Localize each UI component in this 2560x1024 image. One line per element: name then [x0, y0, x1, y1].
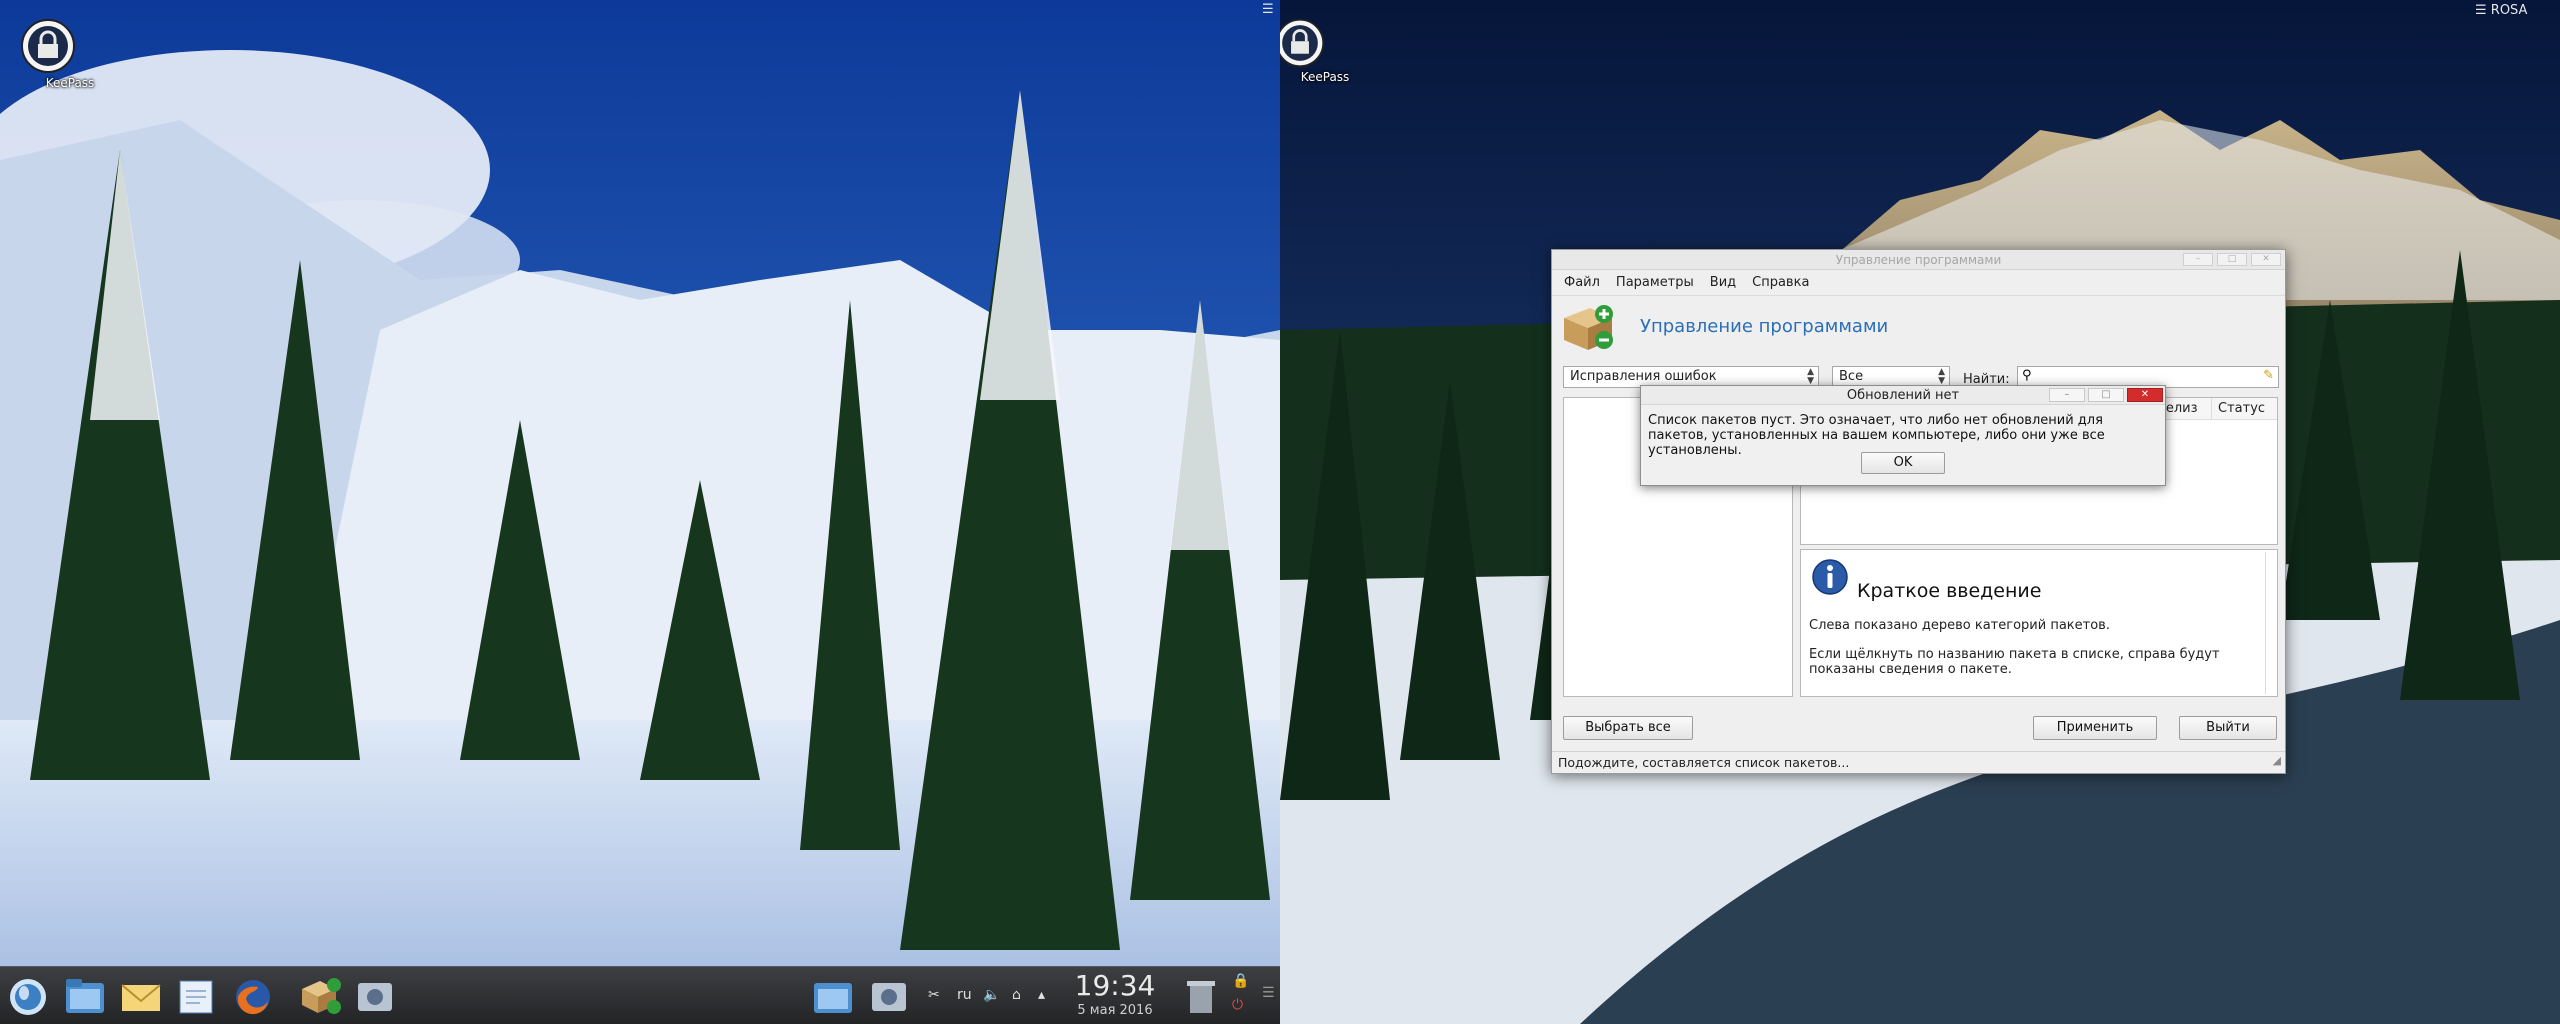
package-manager-icon	[302, 978, 341, 1014]
package-manager-icon	[1560, 302, 1616, 352]
info-heading: Краткое введение	[1857, 580, 2042, 602]
power-icon[interactable]: ⏻	[1232, 997, 1243, 1013]
trash-launcher[interactable]	[1176, 971, 1226, 1021]
file-manager-launcher[interactable]	[60, 971, 110, 1021]
firefox-launcher[interactable]	[228, 971, 278, 1021]
toolbox-icon: ☰	[2475, 3, 2487, 18]
rosa-label: ROSA	[2490, 3, 2528, 18]
clipboard-icon[interactable]: ✂	[928, 987, 940, 1003]
keyboard-layout[interactable]: ru	[957, 987, 972, 1003]
clock-time: 19:34	[1074, 969, 1156, 1002]
no-updates-dialog: Обновлений нет – □ ✕ Список пакетов пуст…	[1640, 385, 2166, 486]
category-filter-value: Исправления ошибок	[1570, 369, 1717, 384]
dialog-title: Обновлений нет	[1846, 388, 1960, 403]
keepass-label: KeePass	[45, 76, 95, 90]
dialog-maximize-button[interactable]: □	[2088, 388, 2124, 402]
quit-button[interactable]: Выйти	[2179, 716, 2277, 740]
info-icon	[1811, 558, 1849, 600]
menu-settings[interactable]: Параметры	[1616, 275, 1694, 290]
taskbar: ✂ ru 🔈 ⌂ ▴ 19:34 5 мая 2016 🔒 ⏻ ☰	[0, 966, 1280, 1024]
menu-file[interactable]: Файл	[1564, 275, 1600, 290]
status-bar: Подождите, составляется список пакетов..…	[1552, 751, 2285, 773]
tray-files-icon[interactable]	[808, 971, 858, 1021]
menubar: Файл Параметры Вид Справка	[1552, 270, 2285, 296]
clock[interactable]: 19:34 5 мая 2016	[1060, 969, 1170, 1018]
status-text: Подождите, составляется список пакетов..…	[1558, 755, 1850, 770]
lock-screen-icon[interactable]: 🔒	[1232, 973, 1249, 989]
ok-button[interactable]: OK	[1861, 452, 1945, 474]
updater-icon	[358, 983, 392, 1011]
minimize-button[interactable]: –	[2183, 253, 2213, 266]
info-scrollbar[interactable]	[2265, 552, 2275, 694]
text-editor-icon	[179, 980, 213, 1014]
dialog-close-button[interactable]: ✕	[2127, 388, 2163, 402]
panel-toolbox-icon[interactable]: ☰	[1262, 985, 1275, 1001]
spin-arrows-icon: ▲ ▼	[1807, 367, 1814, 386]
dialog-titlebar[interactable]: Обновлений нет – □ ✕	[1641, 386, 2165, 405]
text-editor-launcher[interactable]	[172, 971, 222, 1021]
volume-icon[interactable]: 🔈	[983, 987, 1000, 1003]
mail-launcher[interactable]	[116, 971, 166, 1021]
folder-icon	[814, 983, 852, 1013]
tray-expand-icon[interactable]: ▴	[1038, 987, 1045, 1003]
resize-grip-icon[interactable]: ◢	[2273, 754, 2281, 767]
app-header: Управление программами	[1552, 296, 2285, 354]
updater-icon	[872, 983, 906, 1011]
keepass-icon	[1280, 18, 1350, 68]
mail-icon	[121, 984, 161, 1011]
left-desktop: KeePass ☰	[0, 0, 1280, 1024]
spin-arrows-icon: ▲ ▼	[1938, 367, 1945, 386]
network-icon[interactable]: ⌂	[1012, 987, 1021, 1003]
desktop-toolbox-button[interactable]: ☰ ROSA	[2475, 3, 2527, 18]
keepass-label: KeePass	[1300, 70, 1350, 84]
software-management-window: Управление программами – □ ✕ Файл Параме…	[1551, 249, 2286, 774]
close-window-button[interactable]: ✕	[2251, 253, 2281, 266]
software-manager-task[interactable]	[296, 971, 346, 1021]
dialog-minimize-button[interactable]: –	[2049, 388, 2085, 402]
column-status[interactable]: Статус	[2211, 398, 2277, 420]
rosa-launcher-icon	[10, 979, 46, 1015]
desktop-toolbox-icon[interactable]: ☰	[1262, 2, 1274, 17]
window-title: Управление программами	[1835, 253, 2002, 267]
search-icon: ⚲	[2022, 368, 2032, 383]
clock-date: 5 мая 2016	[1077, 1003, 1153, 1018]
apply-button[interactable]: Применить	[2033, 716, 2157, 740]
tray-updates-icon[interactable]	[864, 971, 914, 1021]
header-title: Управление программами	[1640, 316, 1889, 337]
info-panel: Краткое введение Слева показано дерево к…	[1800, 549, 2278, 697]
keepass-desktop-icon-right[interactable]: KeePass	[1280, 18, 1375, 84]
maximize-button[interactable]: □	[2217, 253, 2247, 266]
window-titlebar[interactable]: Управление программами – □ ✕	[1552, 250, 2285, 270]
keepass-icon	[21, 18, 98, 74]
keepass-desktop-icon[interactable]: KeePass	[20, 18, 120, 90]
menu-view[interactable]: Вид	[1710, 275, 1736, 290]
folder-icon	[66, 979, 104, 1013]
info-text2: Если щёлкнуть по названию пакета в списк…	[1809, 647, 2220, 677]
info-text1: Слева показано дерево категорий пакетов.	[1809, 618, 2110, 633]
trash-icon	[1187, 981, 1215, 1013]
package-updater-task[interactable]	[350, 971, 400, 1021]
firefox-icon	[236, 980, 270, 1015]
left-wallpaper	[0, 0, 1280, 1024]
application-menu-button[interactable]	[4, 971, 54, 1021]
menu-help[interactable]: Справка	[1752, 275, 1809, 290]
scope-value: Все	[1839, 369, 1864, 384]
select-all-button[interactable]: Выбрать все	[1563, 716, 1693, 740]
clear-search-icon[interactable]: ✎	[2263, 368, 2274, 383]
